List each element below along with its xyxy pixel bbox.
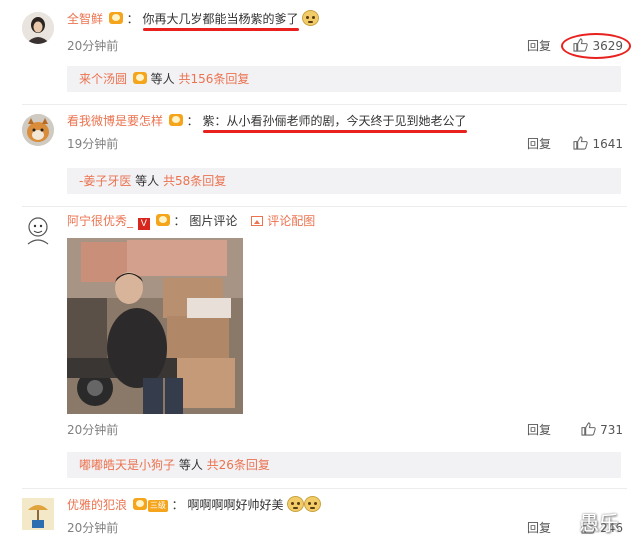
colon: ： [126, 12, 139, 26]
thumb-up-icon [573, 136, 589, 150]
comment-text-content: 你再大几岁都能当杨紫的爹了 [142, 12, 299, 26]
timestamp: 20分钟前 [67, 39, 119, 53]
colon: ： [186, 114, 199, 128]
sub-reply-mid: 等人 [131, 174, 163, 188]
avatar-image [22, 12, 54, 44]
sub-reply-count[interactable]: 共58条回复 [163, 174, 226, 188]
divider [22, 488, 627, 489]
timestamp: 19分钟前 [67, 137, 119, 151]
emoji-face-icon [302, 10, 320, 26]
thumb-up-icon [581, 422, 596, 436]
sub-replies-box[interactable]: 来个汤圆 等人 共156条回复 [67, 66, 621, 92]
avatar-image [22, 214, 54, 246]
member-badge-icon [132, 72, 147, 84]
divider [22, 206, 627, 207]
emoji-face-icon [287, 496, 305, 512]
emoji-face-icon [304, 496, 322, 512]
sub-reply-count[interactable]: 共26条回复 [207, 458, 270, 472]
comment-photo[interactable] [67, 238, 243, 414]
sub-reply-user[interactable]: 来个汤圆 [79, 72, 127, 86]
username[interactable]: 阿宁很优秀_ [67, 214, 133, 228]
reply-button[interactable]: 回复 [527, 38, 551, 54]
colon: ： [173, 214, 186, 228]
reply-button[interactable]: 回复 [527, 422, 551, 438]
sub-reply-mid: 等人 [146, 72, 179, 86]
member-badge-icon [108, 12, 123, 24]
avatar[interactable] [22, 214, 54, 246]
like-button[interactable]: 3629 [561, 33, 631, 59]
member-badge-icon [132, 498, 147, 510]
comment-text: 图片评论 [189, 214, 238, 228]
like-button[interactable]: 731 [581, 422, 623, 438]
member-badge-icon [168, 114, 183, 126]
level-badge: 三级 [147, 500, 168, 512]
like-button[interactable]: 1641 [573, 136, 623, 152]
picture-icon [251, 216, 264, 226]
sub-replies-box[interactable]: -姜子牙医 等人 共58条回复 [67, 168, 621, 194]
avatar[interactable] [22, 114, 54, 146]
comment-text: 啊啊啊啊好帅好美 [187, 498, 284, 512]
username[interactable]: 优雅的犯浪 [67, 498, 127, 512]
red-circle-highlight [561, 33, 631, 59]
view-picture-link[interactable]: 评论配图 [267, 214, 315, 228]
timestamp: 20分钟前 [67, 423, 119, 437]
reply-button[interactable]: 回复 [527, 520, 551, 536]
photo-image [67, 238, 243, 414]
sub-replies-box[interactable]: 嘟嘟皓天是小狗子 等人 共26条回复 [67, 452, 621, 478]
sub-reply-count[interactable]: 共156条回复 [178, 72, 249, 86]
avatar[interactable] [22, 12, 54, 44]
member-badge-icon [155, 214, 170, 226]
sub-reply-user[interactable]: 嘟嘟皓天是小狗子 [79, 458, 175, 472]
like-count: 1641 [592, 137, 623, 151]
comment-text-content: 紫：从小看孙俪老师的剧，今天终于见到她老公了 [202, 114, 467, 128]
reply-button[interactable]: 回复 [527, 136, 551, 152]
avatar-image [22, 114, 54, 146]
divider [22, 104, 627, 105]
sub-reply-user[interactable]: -姜子牙医 [79, 174, 131, 188]
red-underline [202, 130, 467, 133]
comment-text: 你再大几岁都能当杨紫的爹了 [142, 12, 299, 31]
sub-reply-mid: 等人 [175, 458, 207, 472]
comment-text: 紫：从小看孙俪老师的剧，今天终于见到她老公了 [202, 114, 467, 133]
like-count: 731 [600, 423, 623, 437]
timestamp: 20分钟前 [67, 521, 119, 535]
username[interactable]: 看我微博是要怎样 [67, 114, 163, 128]
avatar[interactable] [22, 498, 54, 530]
red-underline [142, 28, 299, 31]
watermark: 愚乐 [579, 511, 619, 535]
colon: ： [171, 498, 184, 512]
username[interactable]: 全智鲜 [67, 12, 103, 26]
verified-badge-icon: V [137, 218, 150, 230]
avatar-image [22, 498, 54, 530]
